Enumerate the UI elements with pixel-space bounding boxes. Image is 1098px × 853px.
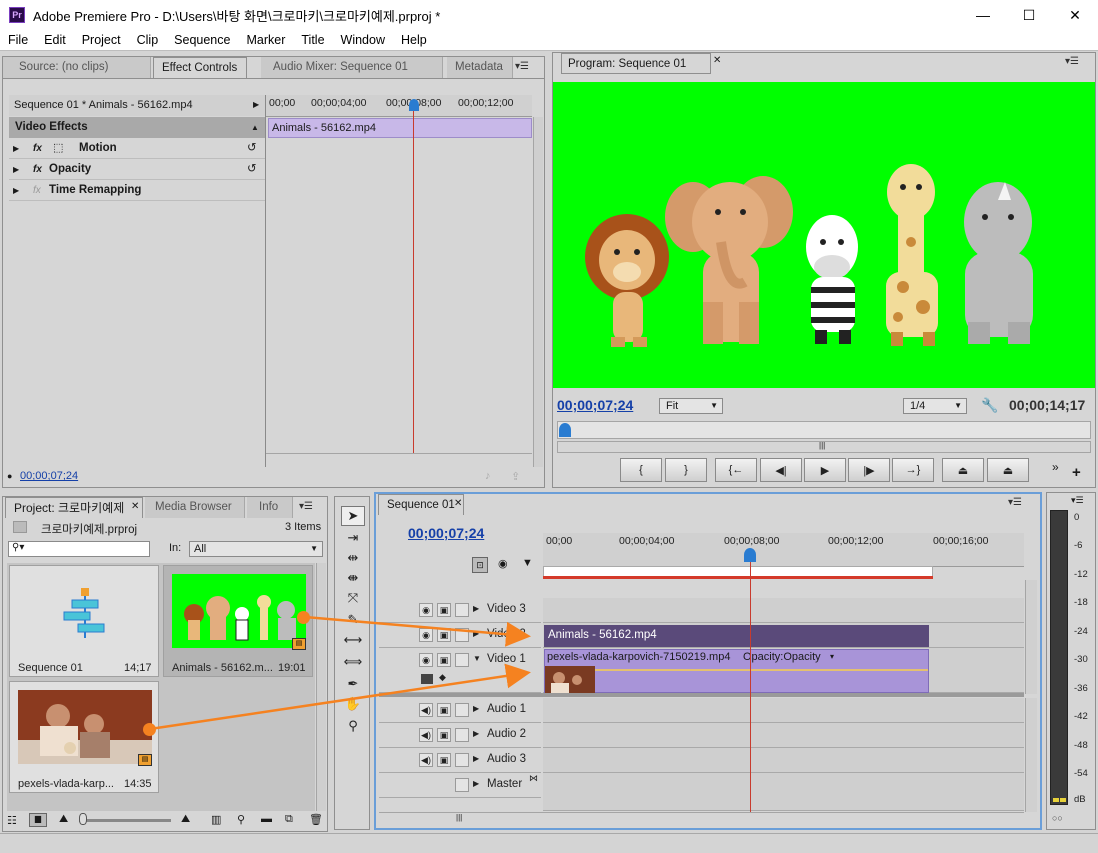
arrow-to-video-2 (304, 615, 531, 647)
arrow-origin-dot (143, 723, 156, 736)
arrow-to-video-1 (149, 663, 531, 731)
annotation-arrows (149, 615, 531, 731)
audio-level-meter (1050, 510, 1068, 805)
status-bar (0, 833, 1098, 853)
solo-buttons-icon[interactable]: ○○ (1052, 813, 1063, 823)
panel-menu-icon[interactable]: ▾☰ (1071, 495, 1084, 506)
arrow-origin-dot (297, 611, 310, 624)
